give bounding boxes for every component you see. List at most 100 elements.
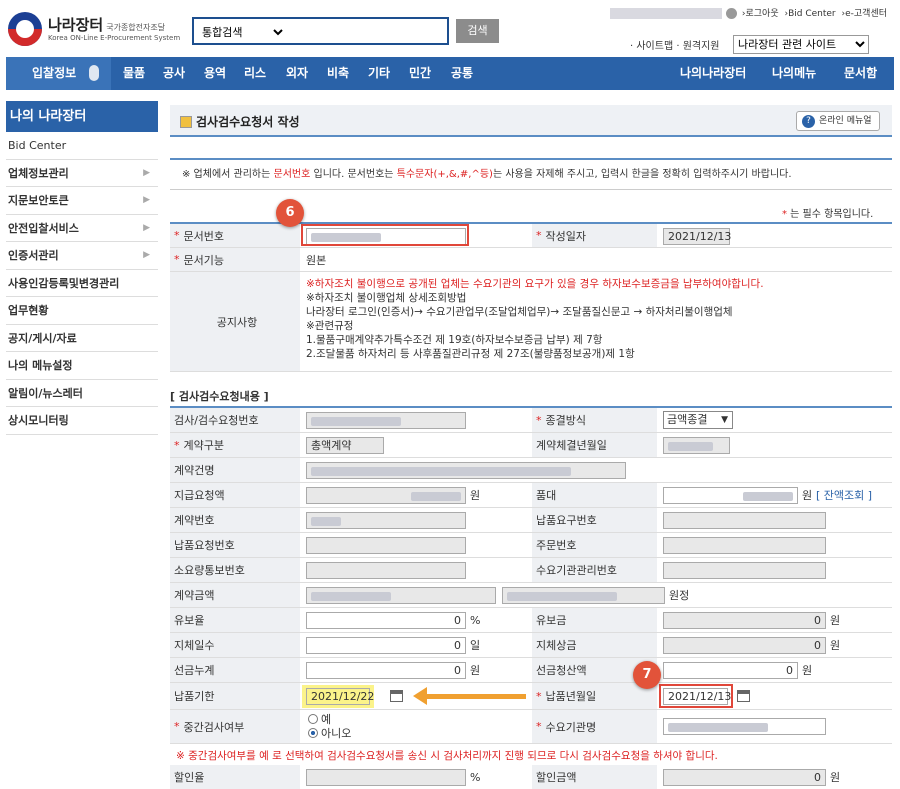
form-row-reserve: 유보율 0 % 유보금 0 원 (170, 608, 892, 633)
interim-label: * 중간검사여부 (170, 710, 300, 743)
chevron-right-icon: ▶ (143, 167, 150, 178)
form-row-deadline: 납품기한 2021/12/22 * 납품년월일 2021/12/13 (170, 683, 892, 710)
gear-icon[interactable] (726, 8, 737, 19)
logo[interactable]: 나라장터 국가종합전자조달 Korea ON-Line E-Procurement… (8, 12, 183, 46)
calendar-icon[interactable] (737, 690, 750, 702)
discount-amt-value: 0 (663, 769, 826, 786)
logo-title: 나라장터 국가종합전자조달 (48, 16, 166, 34)
online-manual-button[interactable]: ? 온라인 메뉴얼 (796, 111, 880, 131)
main-nav: 입찰정보 물품 공사 용역 리스 외자 비축 기타 민간 공통 나의나라장터 나… (6, 57, 894, 90)
radio-on-icon (308, 728, 318, 738)
reserve-amt-label: 유보금 (532, 608, 657, 632)
nav-item-stockpile[interactable]: 비축 (327, 57, 349, 90)
agency-name-label: * 수요기관명 (532, 710, 657, 743)
sidebar-item-seal[interactable]: 사용인감등록및변경관리 (6, 270, 158, 297)
sidebar-item-company-info[interactable]: 업체정보관리 ▶ (6, 160, 158, 187)
nav-item-document-box[interactable]: 문서함 (844, 57, 877, 90)
form-row-delivery-req-no2: 납품요청번호 주문번호 (170, 533, 892, 558)
sidebar-item-notice-board[interactable]: 공지/게시/자료 (6, 325, 158, 352)
sidebar-item-fingerprint-token[interactable]: 지문보안토큰 ▶ (6, 187, 158, 215)
mouse-icon (89, 65, 99, 81)
completion-select[interactable]: 금액종결 ▼ (663, 411, 733, 429)
contract-amount-korean (502, 587, 665, 604)
arrow-left-icon (413, 687, 427, 705)
sidebar-item-monitoring[interactable]: 상시모니터링 (6, 407, 158, 435)
nav-item-my-narajangter[interactable]: 나의나라장터 (680, 57, 746, 90)
bid-center-link[interactable]: ›Bid Center (784, 9, 835, 19)
delivery-req-no2-value (306, 537, 466, 554)
nav-item-etc[interactable]: 기타 (368, 57, 390, 90)
arrow-line (426, 694, 526, 699)
nav-item-my-menu[interactable]: 나의메뉴 (772, 57, 816, 90)
chevron-down-icon: ▼ (721, 415, 728, 425)
search-box[interactable]: 통합검색 (192, 17, 449, 45)
form-row-notice: 공지사항 ※하자조치 불이행으로 공개된 업체는 수요기관의 요구가 있을 경우… (170, 272, 892, 372)
form-row-consumption: 소요량통보번호 수요기관관리번호 (170, 558, 892, 583)
interim-radio-no[interactable]: 아니오 (308, 727, 351, 741)
form-row-insp-no: 검사/검수요청번호 * 종결방식 금액종결 ▼ (170, 408, 892, 433)
advance-input[interactable]: 0 (306, 662, 466, 679)
step-badge-7: 7 (633, 661, 661, 689)
discount-rate-unit: % (470, 771, 481, 784)
item-price-input[interactable] (663, 487, 798, 504)
delivery-req-no-value (663, 512, 826, 529)
form-row-advance: 선금누계 0 원 선금청산액 0 원 (170, 658, 892, 683)
balance-inquiry-link[interactable]: [ 잔액조회 ] (816, 487, 872, 504)
deadline-input[interactable]: 2021/12/22 (306, 688, 374, 705)
delivery-date-highlight (659, 684, 733, 708)
doc-no-label: * 문서번호 (170, 224, 300, 247)
user-name-blurred (610, 8, 722, 19)
form-row-doc-no: * 문서번호 * 작성일자 2021/12/13 (170, 222, 892, 248)
sidebar-item-bid-center[interactable]: Bid Center (6, 132, 158, 160)
search-type-select[interactable]: 통합검색 (198, 23, 286, 41)
interim-radio-group: 예 아니오 (308, 713, 351, 741)
advance-settle-input[interactable]: 0 (663, 662, 798, 679)
reserve-rate-input[interactable]: 0 (306, 612, 466, 629)
contract-date-label: 계약체결년월일 (532, 433, 657, 457)
agency-name-input[interactable] (663, 718, 826, 735)
form-row-contract-name: 계약건명 (170, 458, 892, 483)
sidebar-item-newsletter[interactable]: 알림이/뉴스레터 (6, 380, 158, 407)
nav-item-foreign[interactable]: 외자 (286, 57, 308, 90)
sidebar-item-certificate[interactable]: 인증서관리 ▶ (6, 242, 158, 270)
reserve-amt-unit: 원 (830, 614, 841, 627)
nav-item-construction[interactable]: 공사 (163, 57, 185, 90)
customer-center-link[interactable]: ›e-고객센터 (842, 9, 888, 19)
nav-bid-info[interactable]: 입찰정보 (6, 57, 111, 90)
consumption-label: 소요량통보번호 (170, 558, 300, 582)
chevron-right-icon: ▶ (143, 195, 150, 205)
nav-item-goods[interactable]: 물품 (123, 57, 145, 90)
consumption-value (306, 562, 466, 579)
sidebar: 나의 나라장터 Bid Center 업체정보관리 ▶ 지문보안토큰 ▶ 안전입찰서… (6, 101, 158, 435)
calendar-icon[interactable] (390, 690, 403, 702)
nav-item-service[interactable]: 용역 (204, 57, 226, 90)
item-price-label: 품대 (532, 483, 657, 507)
header: 나라장터 국가종합전자조달 Korea ON-Line E-Procurement… (0, 0, 900, 55)
delay-penalty-unit: 원 (830, 639, 841, 652)
nav-item-private[interactable]: 민간 (409, 57, 431, 90)
nav-item-lease[interactable]: 리스 (244, 57, 266, 90)
doc-func-value: 원본 (306, 253, 327, 267)
contract-no-label: 계약번호 (170, 508, 300, 532)
contract-no-value (306, 512, 466, 529)
delay-penalty-value: 0 (663, 637, 826, 654)
sidebar-item-safe-bid[interactable]: 안전입찰서비스 ▶ (6, 215, 158, 242)
delivery-req-no2-label: 납품요청번호 (170, 533, 300, 557)
agency-mgmt-value (663, 562, 826, 579)
form-row-discount: 할인율 % 할인금액 0 원 (170, 765, 892, 789)
delay-days-input[interactable]: 0 (306, 637, 466, 654)
interim-radio-yes[interactable]: 예 (308, 713, 351, 727)
nav-item-common[interactable]: 공통 (451, 57, 473, 90)
contract-type-label: * 계약구분 (170, 433, 300, 457)
search-button[interactable]: 검색 (456, 19, 499, 43)
logout-link[interactable]: ›로그아웃 (742, 9, 779, 19)
sidebar-item-work-status[interactable]: 업무현황 (6, 297, 158, 325)
insp-no-value (306, 412, 466, 429)
item-price-unit: 원 (802, 489, 813, 502)
required-note: * 는 필수 항목입니다. (782, 209, 874, 220)
radio-off-icon (308, 714, 318, 724)
sitemap-links[interactable]: · 사이트맵 · 원격지원 (630, 37, 720, 52)
section-title: [ 검사검수요청내용 ] (170, 388, 892, 408)
sidebar-item-my-menu-settings[interactable]: 나의 메뉴설정 (6, 352, 158, 380)
related-sites-select[interactable]: 나라장터 관련 사이트 (733, 35, 869, 54)
